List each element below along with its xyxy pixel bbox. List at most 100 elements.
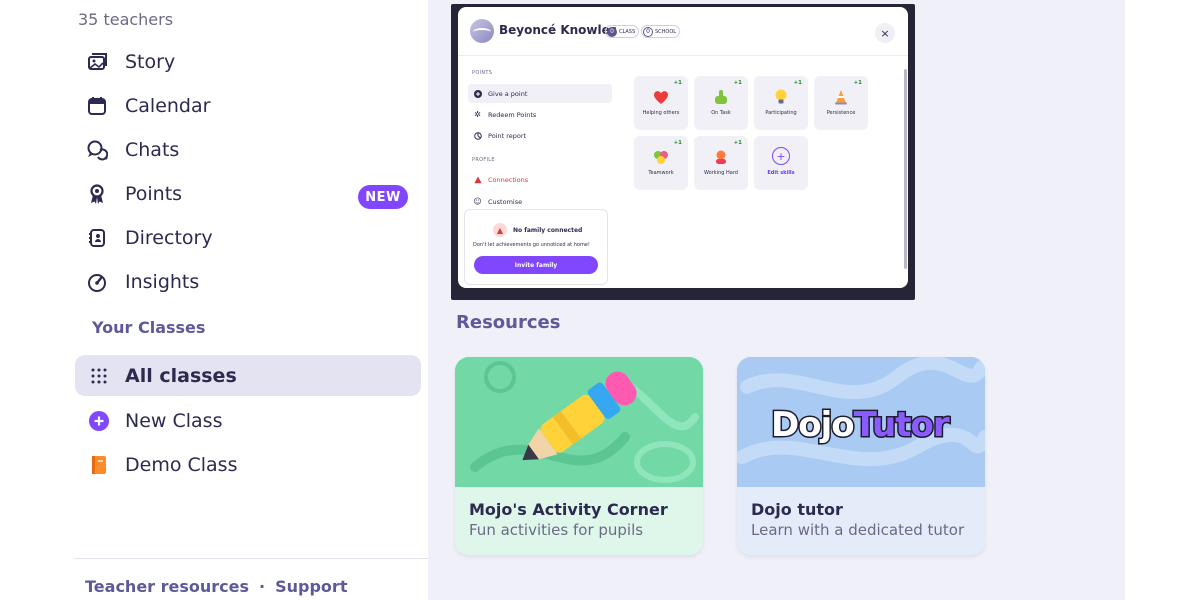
- cone-icon: [831, 87, 851, 107]
- edit-skills-button[interactable]: + Edit skills: [754, 136, 808, 190]
- profile-section-label: PROFILE: [472, 157, 495, 163]
- modal-header: Beyoncé Knowles 0 CLASS 0 SCHOOL ×: [458, 7, 908, 56]
- chats-icon: [86, 139, 108, 161]
- heart-icon: [651, 87, 671, 107]
- calendar-icon: [86, 95, 108, 117]
- resources-title: Resources: [456, 312, 561, 333]
- skill-name: On Task: [711, 110, 731, 116]
- redeem-points-item[interactable]: ✲ Redeem Points: [468, 105, 612, 124]
- skill-helping-others[interactable]: +1 Helping others: [634, 76, 688, 130]
- your-classes-title: Your Classes: [92, 318, 206, 337]
- new-badge: NEW: [358, 185, 408, 209]
- main-content: Beyoncé Knowles 0 CLASS 0 SCHOOL × POINT…: [428, 0, 1125, 600]
- sidebar-nav: Story Calendar Chats Points NEW Director…: [74, 40, 428, 304]
- skill-name: Working Hard: [704, 170, 738, 176]
- sidebar-item-directory[interactable]: Directory: [74, 216, 428, 260]
- skill-name: Participating: [765, 110, 797, 116]
- card-subtitle: Fun activities for pupils: [469, 521, 644, 539]
- school-count-pill: 0 SCHOOL: [641, 25, 681, 38]
- skill-on-task[interactable]: +1 On Task: [694, 76, 748, 130]
- warning-icon: ▲: [493, 223, 507, 237]
- customise-label: Customise: [488, 197, 523, 206]
- class-label: CLASS: [619, 28, 636, 35]
- sidebar-item-label: Calendar: [125, 95, 211, 117]
- card-subtitle: Learn with a dedicated tutor: [751, 521, 965, 539]
- sidebar: 35 teachers Story Calendar Chats Points …: [74, 0, 428, 600]
- sidebar-item-story[interactable]: Story: [74, 40, 428, 84]
- point-report-item[interactable]: Point report: [468, 126, 612, 145]
- support-link[interactable]: Support: [275, 577, 347, 596]
- points-icon: [86, 183, 108, 205]
- working-hard-icon: [711, 147, 731, 167]
- class-list: All classes New Class Demo Class: [74, 355, 428, 487]
- sidebar-item-points[interactable]: Points NEW: [74, 172, 428, 216]
- modal-menu: POINTS Give a point ✲ Redeem Points Poin…: [458, 57, 618, 288]
- mojo-activity-card[interactable]: Mojo's Activity Corner Fun activities fo…: [455, 357, 703, 555]
- family-card: ▲ No family connected Don't let achievem…: [464, 209, 608, 285]
- sidebar-item-label: Insights: [125, 271, 200, 293]
- student-points-preview[interactable]: Beyoncé Knowles 0 CLASS 0 SCHOOL × POINT…: [451, 4, 915, 300]
- grid-icon: [89, 366, 109, 386]
- activity-card-info: Mojo's Activity Corner Fun activities fo…: [455, 487, 703, 555]
- skill-points: +1: [793, 80, 802, 86]
- class-item-label: New Class: [125, 410, 223, 432]
- invite-family-button[interactable]: Invite family: [474, 256, 598, 274]
- skill-name: Helping others: [642, 110, 680, 116]
- lightbulb-icon: [771, 87, 791, 107]
- modal-scrollbar[interactable]: [903, 61, 908, 283]
- sidebar-item-chats[interactable]: Chats: [74, 128, 428, 172]
- dojo-tutor-logo: DojoTutor: [770, 404, 952, 447]
- skill-teamwork[interactable]: +1 Teamwork: [634, 136, 688, 190]
- sidebar-item-calendar[interactable]: Calendar: [74, 84, 428, 128]
- dojo-tutor-card[interactable]: DojoTutor Dojo tutor Learn with a dedica…: [737, 357, 985, 555]
- sidebar-item-label: Points: [125, 183, 183, 205]
- family-title: No family connected: [513, 226, 583, 234]
- connections-label: Connections: [488, 175, 529, 184]
- teacher-count: 35 teachers: [78, 10, 174, 29]
- teacher-resources-link[interactable]: Teacher resources: [85, 577, 249, 596]
- school-count: 0: [643, 26, 653, 37]
- class-count-pill: 0 CLASS: [605, 25, 640, 38]
- card-title: Dojo tutor: [751, 500, 843, 519]
- sparkle-icon: ✲: [474, 110, 481, 119]
- avatar: [470, 19, 494, 43]
- class-item-demo-class[interactable]: Demo Class: [75, 443, 428, 487]
- redeem-points-label: Redeem Points: [488, 110, 537, 119]
- student-name: Beyoncé Knowles: [499, 23, 617, 37]
- class-count: 0: [607, 26, 617, 37]
- plus-circle-icon: [89, 411, 109, 431]
- right-margin: [1125, 0, 1200, 600]
- close-button[interactable]: ×: [875, 23, 895, 43]
- sidebar-divider: [74, 558, 428, 559]
- connections-item[interactable]: Connections: [468, 170, 612, 189]
- skill-points: +1: [673, 140, 682, 146]
- skill-points: +1: [673, 80, 682, 86]
- dojo-tutor-illustration: DojoTutor: [737, 357, 985, 487]
- sidebar-item-insights[interactable]: Insights: [74, 260, 428, 304]
- directory-icon: [86, 227, 108, 249]
- class-item-new-class[interactable]: New Class: [75, 399, 428, 443]
- skill-persistence[interactable]: +1 Persistence: [814, 76, 868, 130]
- book-icon: [89, 455, 109, 475]
- points-section-label: POINTS: [472, 70, 493, 76]
- sidebar-item-label: Story: [125, 51, 176, 73]
- class-item-label: All classes: [125, 364, 237, 387]
- skill-name: Persistence: [826, 110, 856, 116]
- point-report-label: Point report: [488, 131, 527, 140]
- family-text: Don't let achievements go unnoticed at h…: [473, 242, 590, 248]
- activity-card-illustration: [455, 357, 703, 487]
- skill-participating[interactable]: +1 Participating: [754, 76, 808, 130]
- skill-working-hard[interactable]: +1 Working Hard: [694, 136, 748, 190]
- student-modal: Beyoncé Knowles 0 CLASS 0 SCHOOL × POINT…: [458, 7, 908, 288]
- give-point-label: Give a point: [488, 89, 528, 98]
- class-item-all-classes[interactable]: All classes: [75, 355, 421, 396]
- footer-separator: ·: [259, 577, 266, 596]
- story-icon: [86, 51, 108, 73]
- smile-icon: ☺: [473, 197, 482, 206]
- sidebar-item-label: Chats: [125, 139, 180, 161]
- plus-circle-icon: [473, 89, 482, 98]
- scrollbar-thumb[interactable]: [904, 69, 907, 269]
- logo-dojo: Dojo: [770, 404, 857, 447]
- skill-points: +1: [733, 80, 742, 86]
- give-point-item[interactable]: Give a point: [468, 84, 612, 103]
